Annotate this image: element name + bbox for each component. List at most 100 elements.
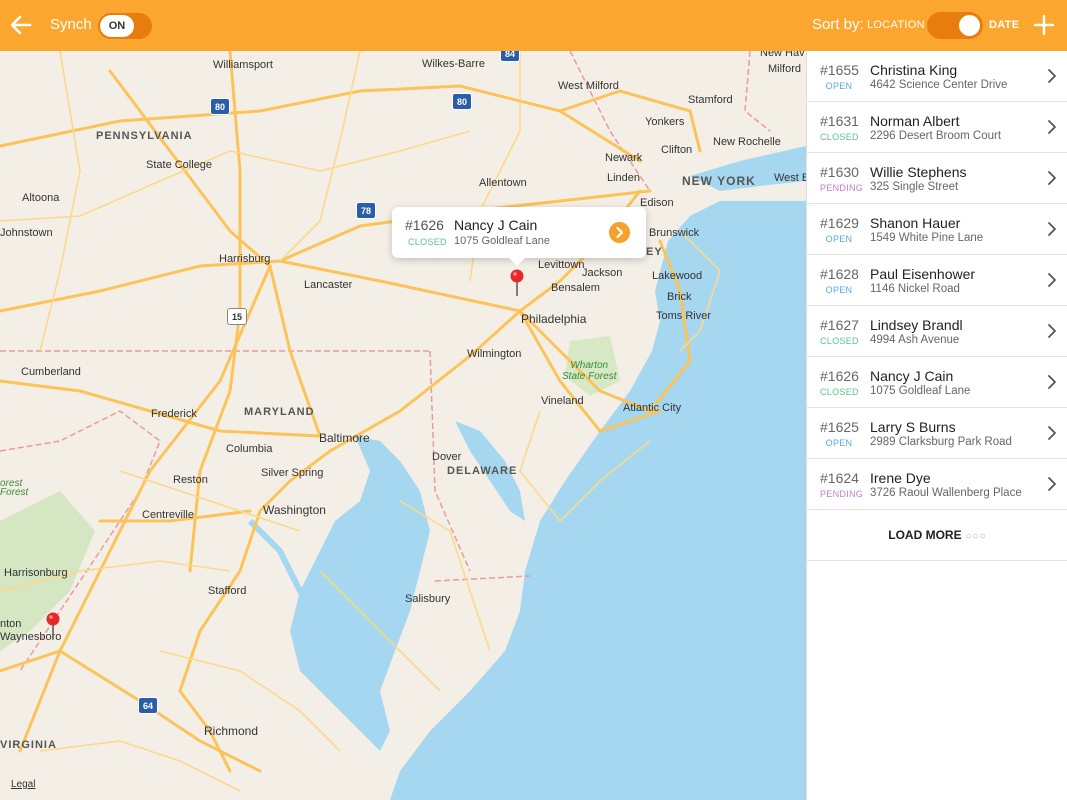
- map-label-atlantic-city: Atlantic City: [623, 402, 682, 414]
- chevron-right-icon: [1048, 171, 1056, 185]
- add-icon[interactable]: [1032, 13, 1056, 37]
- map-label-wilkes-barre: Wilkes-Barre: [422, 58, 485, 70]
- callout-address: 1075 Goldleaf Lane: [454, 235, 551, 247]
- map-label-pennsylvania: PENNSYLVANIA: [96, 130, 193, 142]
- highway-i80: [0, 84, 642, 163]
- ticket-number: #1655: [820, 62, 859, 78]
- highway-i64: [0, 649, 262, 773]
- map-base: [0, 51, 806, 800]
- road-12: [39, 740, 241, 792]
- ticket-name: Lindsey Brandl: [870, 317, 963, 333]
- callout-go-icon[interactable]: [609, 222, 630, 243]
- map-label-cumberland: Cumberland: [21, 366, 81, 378]
- md-de-border: [434, 575, 531, 582]
- map-label-west-milford: West Milford: [558, 80, 619, 92]
- interstate-64-shield: 64: [138, 697, 158, 714]
- callout-ticket-number: #1626: [405, 217, 444, 233]
- ticket-status: CLOSED: [820, 336, 859, 346]
- ticket-status: OPEN: [825, 285, 853, 295]
- top-bar: Synch ON Sort by: LOCATION DATE: [0, 0, 1067, 51]
- ticket-address: 325 Single Street: [870, 181, 959, 193]
- chevron-right-icon: [1048, 273, 1056, 287]
- map-label-virginia: VIRGINIA: [0, 739, 57, 751]
- map-label-linden: Linden: [607, 172, 641, 184]
- map-pin-waynesboro[interactable]: [46, 612, 60, 640]
- map-label-johnstown: Johnstown: [0, 227, 53, 239]
- ticket-address: 1075 Goldleaf Lane: [870, 385, 971, 397]
- ticket-address: 3726 Raoul Wallenberg Place: [870, 487, 1022, 499]
- ticket-status: OPEN: [825, 81, 853, 91]
- map-label-brick: Brick: [667, 291, 692, 303]
- ticket-row[interactable]: #1626 CLOSED Nancy J Cain 1075 Goldleaf Lan…: [807, 357, 1067, 408]
- map-label-edison: Edison: [640, 197, 674, 209]
- sort-option-location[interactable]: LOCATION: [867, 19, 925, 31]
- map-view[interactable]: Williamsport Wilkes-Barre PENNSYLVANIA S…: [0, 51, 806, 800]
- interstate-80-shield: 80: [210, 98, 230, 115]
- ticket-name: Christina King: [870, 62, 958, 78]
- map-label-silver-spring: Silver Spring: [261, 467, 324, 479]
- ticket-name: Nancy J Cain: [870, 368, 954, 384]
- ticket-number: #1625: [820, 419, 859, 435]
- ticket-row[interactable]: #1627 CLOSED Lindsey Brandl 4994 Ash Avenue: [807, 306, 1067, 357]
- sort-toggle[interactable]: [927, 12, 983, 39]
- map-label-harrisburg: Harrisburg: [219, 253, 271, 265]
- map-callout[interactable]: #1626 CLOSED Nancy J Cain 1075 Goldleaf …: [392, 207, 646, 266]
- ticket-row[interactable]: #1631 CLOSED Norman Albert 2296 Desert Broo…: [807, 102, 1067, 153]
- ticket-name: Norman Albert: [870, 113, 960, 129]
- map-label-jackson: Jackson: [582, 267, 623, 279]
- ticket-status: CLOSED: [820, 132, 859, 142]
- map-label-allentown: Allentown: [479, 177, 527, 189]
- chevron-right-icon: [1048, 69, 1056, 83]
- map-label-harrisonburg: Harrisonburg: [4, 567, 68, 579]
- ticket-status: OPEN: [825, 234, 853, 244]
- ticket-name: Irene Dye: [870, 470, 931, 486]
- ticket-name: Larry S Burns: [870, 419, 956, 435]
- map-label-altoona: Altoona: [22, 192, 60, 204]
- ticket-row[interactable]: #1628 OPEN Paul Eisenhower 1146 Nickel Road: [807, 255, 1067, 306]
- ticket-row[interactable]: #1630 PENDING Willie Stephens 325 Single St…: [807, 153, 1067, 204]
- map-label-nton: nton: [0, 618, 22, 630]
- ticket-status: PENDING: [820, 489, 864, 499]
- ticket-address: 1549 White Pine Lane: [870, 232, 984, 244]
- ticket-row[interactable]: #1624 PENDING Irene Dye 3726 Raoul Wallenbe…: [807, 459, 1067, 510]
- chevron-right-icon: [1048, 324, 1056, 338]
- ticket-status: PENDING: [820, 183, 864, 193]
- chevron-right-icon: [1048, 477, 1056, 491]
- load-more-button[interactable]: LOAD MORE ○○○: [807, 510, 1067, 561]
- chevron-right-icon: [1048, 426, 1056, 440]
- load-more-dots: ○○○: [965, 531, 987, 542]
- ticket-list: #1655 OPEN Christina King 4642 Science Cent…: [806, 51, 1067, 800]
- chevron-right-icon: [1048, 375, 1056, 389]
- sort-option-date[interactable]: DATE: [989, 19, 1019, 31]
- map-label-lancaster: Lancaster: [304, 279, 353, 291]
- map-label-philadelphia: Philadelphia: [521, 312, 587, 326]
- back-arrow-icon[interactable]: [8, 12, 34, 38]
- map-pin-philadelphia[interactable]: [510, 269, 524, 297]
- map-label-levittown: Levittown: [538, 259, 585, 271]
- ticket-address: 1146 Nickel Road: [870, 283, 960, 295]
- map-label-vineland: Vineland: [541, 395, 584, 407]
- ticket-row[interactable]: #1655 OPEN Christina King 4642 Science Cent…: [807, 51, 1067, 102]
- ticket-address: 4994 Ash Avenue: [870, 334, 960, 346]
- ticket-status: OPEN: [825, 438, 853, 448]
- synch-toggle[interactable]: ON: [98, 13, 152, 39]
- map-label-columbia: Columbia: [226, 443, 273, 455]
- interstate-78-shield: 78: [356, 202, 376, 219]
- ticket-number: #1624: [820, 470, 859, 486]
- map-label-bensalem: Bensalem: [551, 282, 600, 294]
- map-legal-link[interactable]: Legal: [11, 779, 35, 790]
- map-label-ey: EY: [646, 246, 663, 258]
- map-label-dover: Dover: [432, 451, 462, 463]
- map-label-centreville: Centreville: [142, 509, 194, 521]
- ticket-row[interactable]: #1629 OPEN Shanon Hauer 1549 White Pine Lan…: [807, 204, 1067, 255]
- ticket-number: #1631: [820, 113, 859, 129]
- ticket-row[interactable]: #1625 OPEN Larry S Burns 2989 Clarksburg Pa…: [807, 408, 1067, 459]
- ticket-status: CLOSED: [820, 387, 859, 397]
- map-label-brunswick: Brunswick: [649, 227, 700, 239]
- road-3: [279, 51, 361, 262]
- load-more-label: LOAD MORE: [888, 528, 962, 542]
- map-label-toms-river: Toms River: [656, 310, 712, 322]
- map-label-washington: Washington: [263, 503, 326, 517]
- sort-by-label: Sort by:: [812, 16, 864, 33]
- map-label-maryland: MARYLAND: [244, 406, 315, 418]
